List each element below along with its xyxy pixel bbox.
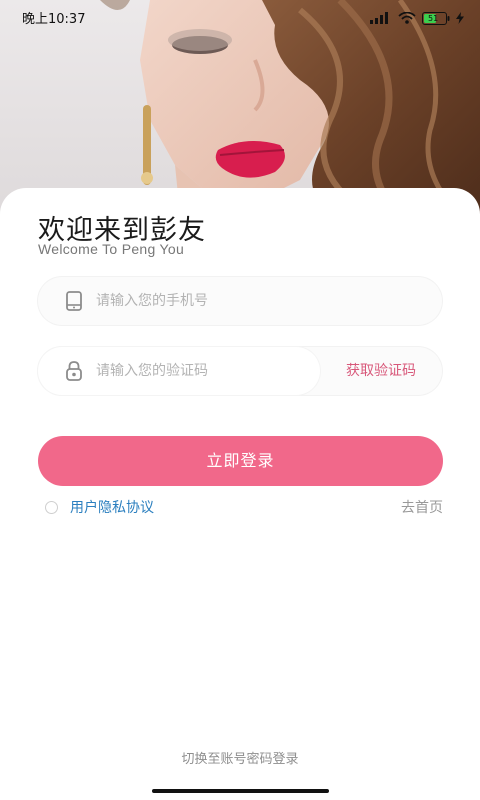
phone-input[interactable] (96, 277, 416, 325)
agreement-row: 用户隐私协议 (45, 497, 154, 517)
welcome-subtitle: Welcome To Peng You (38, 241, 185, 257)
status-time: 晚上10:37 (22, 12, 86, 27)
battery-level: 51 (428, 14, 439, 23)
login-screen: 晚上10:37 51 欢迎来到彭友 Welcome To Peng You 请输… (0, 0, 480, 800)
code-input-wrapper[interactable] (38, 347, 320, 395)
home-indicator (152, 789, 329, 793)
signal-icon (370, 9, 392, 28)
login-button[interactable]: 立即登录 (38, 436, 443, 486)
status-icons: 51 (370, 9, 464, 28)
login-card: 欢迎来到彭友 Welcome To Peng You 请输入您的手机号 请输入您… (0, 188, 480, 800)
switch-to-password-login[interactable]: 切换至账号密码登录 (0, 748, 480, 767)
verification-code-field: 获取验证码 (38, 347, 442, 395)
phone-icon (63, 290, 85, 312)
charging-icon (456, 9, 464, 28)
battery-icon: 51 (422, 12, 450, 25)
go-home-link[interactable]: 去首页 (401, 497, 443, 517)
privacy-agreement-link[interactable]: 用户隐私协议 (70, 497, 154, 517)
status-bar: 晚上10:37 51 (0, 0, 480, 34)
get-code-button[interactable]: 获取验证码 (346, 347, 416, 395)
wifi-icon (398, 9, 416, 28)
code-input[interactable] (96, 347, 296, 395)
agreement-radio[interactable] (45, 500, 58, 514)
phone-field[interactable] (38, 277, 442, 325)
lock-icon (63, 360, 85, 382)
